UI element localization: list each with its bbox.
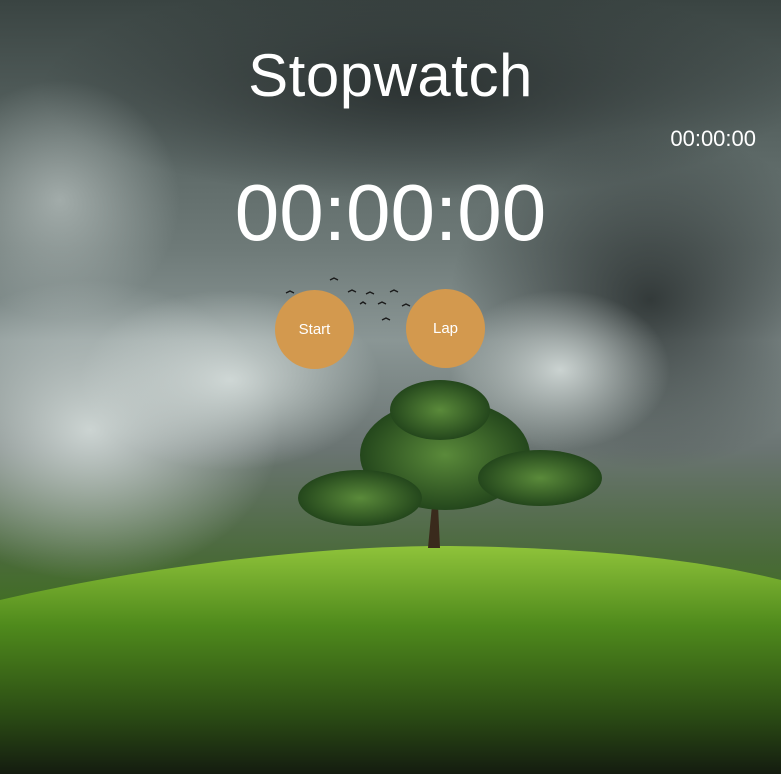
start-button[interactable]: Start bbox=[275, 290, 354, 369]
background-landscape-image bbox=[0, 0, 781, 774]
main-time-display: 00:00:00 bbox=[234, 168, 547, 257]
page-title: Stopwatch bbox=[248, 42, 533, 109]
lap-time-display: 00:00:00 bbox=[670, 126, 756, 151]
stopwatch-app: Stopwatch 00:00:00 00:00:00 Start Lap bbox=[0, 0, 781, 774]
lap-button[interactable]: Lap bbox=[406, 289, 485, 368]
